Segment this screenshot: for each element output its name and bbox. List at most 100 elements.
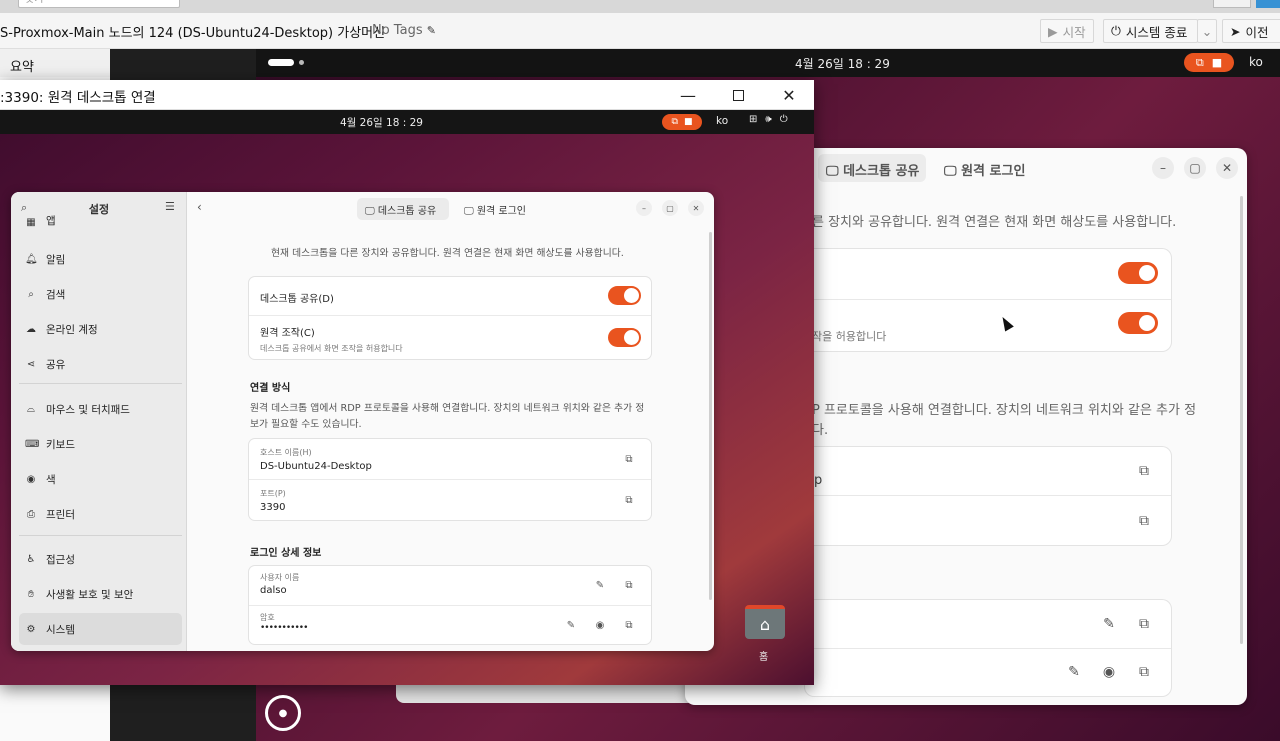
shutdown-button[interactable]: ⏻ 시스템 종료 <box>1103 19 1198 43</box>
outer-language-indicator[interactable]: ko <box>1249 55 1263 69</box>
ubuntu-logo-icon[interactable]: ● <box>265 695 301 731</box>
outer-remote-control-toggle[interactable] <box>1118 312 1158 334</box>
remote-control-toggle[interactable] <box>608 328 641 347</box>
sidebar-item-label: 마우스 및 터치패드 <box>46 403 130 416</box>
outer-show-password-icon[interactable]: ◉ <box>1101 664 1117 680</box>
sidebar-divider <box>19 383 182 384</box>
proxmox-top-button[interactable] <box>1213 0 1251 8</box>
workspace-indicator-active[interactable] <box>268 59 294 66</box>
play-icon: ▶ <box>1048 23 1058 39</box>
maximize-icon <box>732 89 744 101</box>
monitor-icon: 🖵 <box>826 164 839 179</box>
outer-scrollbar[interactable] <box>1240 196 1243 644</box>
remote-login-icon: 🖵 <box>464 206 474 217</box>
tab-desktop-sharing-label: 🖵 데스크톱 공유 <box>365 206 437 217</box>
inner-clock[interactable]: 4월 26일 18 : 29 <box>340 115 423 130</box>
accessibility-icon: ♿︎ <box>26 553 36 565</box>
outer-desktop-sharing-toggle[interactable] <box>1118 262 1158 284</box>
outer-clock[interactable]: 4월 26일 18 : 29 <box>795 55 890 72</box>
copy-hostname-icon[interactable]: ⧉ <box>622 452 636 466</box>
tab-remote-login[interactable]: 🖵 원격 로그인 <box>464 202 526 217</box>
copy-port-icon[interactable]: ⧉ <box>622 493 636 507</box>
outer-copy-port-icon[interactable]: ⧉ <box>1136 513 1152 529</box>
desktop-sharing-label: 데스크톱 공유(D) <box>260 294 334 305</box>
settings-minimize-button[interactable]: – <box>636 200 652 216</box>
migrate-button-label: 이전 <box>1245 24 1269 40</box>
inner-language-indicator[interactable]: ko <box>716 115 728 127</box>
copy-password-icon[interactable]: ⧉ <box>622 618 636 632</box>
desktop-sharing-toggle[interactable] <box>608 286 641 305</box>
edit-password-icon[interactable]: ✎ <box>564 618 578 632</box>
sidebar-item-notifications[interactable]: 🔔︎ 알림 <box>19 245 182 273</box>
outer-copy-hostname-icon[interactable]: ⧉ <box>1136 463 1152 479</box>
password-value: ••••••••••• <box>260 623 308 633</box>
outer-edit-password-icon[interactable]: ✎ <box>1066 664 1082 680</box>
inner-screen-sharing-indicator[interactable]: ⧉ ■ <box>662 114 702 130</box>
port-label: 포트(P) <box>260 489 286 498</box>
outer-maximize-button[interactable]: ▢ <box>1184 157 1206 179</box>
sidebar-item-mouse[interactable]: ⌓ 마우스 및 터치패드 <box>19 395 182 423</box>
settings-scrollbar[interactable] <box>709 232 712 600</box>
sidebar-item-label: 검색 <box>46 288 66 301</box>
cloud-icon: ☁ <box>26 323 36 335</box>
sidebar-item-label: 앱 <box>46 215 56 227</box>
sidebar-divider <box>19 535 182 536</box>
outer-minimize-button[interactable]: – <box>1152 157 1174 179</box>
shutdown-menu-toggle[interactable]: ⌄ <box>1197 19 1217 43</box>
sharing-intro-text: 현재 데스크톱을 다른 장치와 공유합니다. 원격 연결은 현재 화면 해상도를… <box>271 248 624 259</box>
migrate-button[interactable]: ➤ 이전 <box>1222 19 1280 43</box>
system-status-area[interactable]: ⊞ 🕪 ⏻ <box>749 114 788 125</box>
settings-maximize-button[interactable]: ▢ <box>662 200 678 216</box>
outer-copy-username-icon[interactable]: ⧉ <box>1136 616 1152 632</box>
outer-hostname-value: p <box>814 473 823 488</box>
username-label: 사용자 이름 <box>260 573 300 582</box>
start-button[interactable]: ▶ 시작 <box>1040 19 1094 43</box>
pencil-icon[interactable]: ✎ <box>427 24 436 37</box>
maximize-button[interactable] <box>726 84 750 106</box>
copy-username-icon[interactable]: ⧉ <box>622 578 636 592</box>
sidebar-item-printers[interactable]: ⎙ 프린터 <box>19 500 182 528</box>
outer-close-button[interactable]: ✕ <box>1216 157 1238 179</box>
sidebar-item-label: 공유 <box>46 358 66 371</box>
sidebar-item-privacy[interactable]: ✋︎ 사생활 보호 및 보안 <box>19 580 182 608</box>
outer-remote-control-sub: 작을 허용합니다 <box>812 330 887 343</box>
chevron-down-icon: ⌄ <box>1201 23 1213 39</box>
home-folder-icon[interactable]: ⌂ <box>745 605 785 639</box>
remote-control-sub: 데스크톱 공유에서 화면 조작을 허용합니다 <box>260 344 403 353</box>
summary-tab[interactable]: 요약 <box>10 56 34 75</box>
proxmox-create-button[interactable] <box>1256 0 1280 8</box>
sidebar-item-system[interactable]: ⚙ 시스템 <box>19 613 182 645</box>
settings-close-button[interactable]: ✕ <box>688 200 704 216</box>
tags-label: No Tags <box>372 23 423 38</box>
proxmox-search-input[interactable]: 찾기 <box>18 0 180 8</box>
network-icon: ⊞ <box>749 114 758 125</box>
sidebar-item-label: 알림 <box>46 253 66 266</box>
sidebar-item-keyboard[interactable]: ⌨ 키보드 <box>19 430 182 458</box>
printer-icon: ⎙ <box>27 508 35 520</box>
sidebar-item-online-accounts[interactable]: ☁ 온라인 계정 <box>19 315 182 343</box>
outer-screen-sharing-indicator[interactable]: ⧉ ■ <box>1184 53 1234 72</box>
sidebar-item-apps[interactable]: ▦ 앱 <box>19 212 182 228</box>
show-password-icon[interactable]: ◉ <box>593 618 607 632</box>
sidebar-item-accessibility[interactable]: ♿︎ 접근성 <box>19 545 182 573</box>
connection-heading: 연결 방식 <box>250 383 291 394</box>
sidebar-item-sharing[interactable]: ⋖ 공유 <box>19 350 182 378</box>
outer-copy-password-icon[interactable]: ⧉ <box>1136 664 1152 680</box>
outer-edit-username-icon[interactable]: ✎ <box>1101 616 1117 632</box>
back-button[interactable]: ‹ <box>197 200 202 214</box>
edit-username-icon[interactable]: ✎ <box>593 578 607 592</box>
sidebar-item-color[interactable]: ◉ 색 <box>19 465 182 493</box>
close-button[interactable]: ✕ <box>777 84 801 106</box>
hostname-value: DS-Ubuntu24-Desktop <box>260 461 372 472</box>
sidebar-item-search[interactable]: ⌕ 검색 <box>19 280 182 308</box>
keyboard-icon: ⌨ <box>25 438 40 450</box>
minimize-button[interactable]: — <box>676 84 700 106</box>
tags-editor[interactable]: No Tags ✎ <box>372 23 436 38</box>
workspace-indicator[interactable] <box>299 60 304 65</box>
send-icon: ➤ <box>1230 23 1241 39</box>
color-icon: ◉ <box>26 473 36 485</box>
port-value: 3390 <box>260 502 286 513</box>
outer-tab-remote-login[interactable]: 🖵 원격 로그인 <box>944 160 1025 179</box>
bell-icon: 🔔︎ <box>25 253 38 265</box>
password-label: 암호 <box>260 613 275 622</box>
